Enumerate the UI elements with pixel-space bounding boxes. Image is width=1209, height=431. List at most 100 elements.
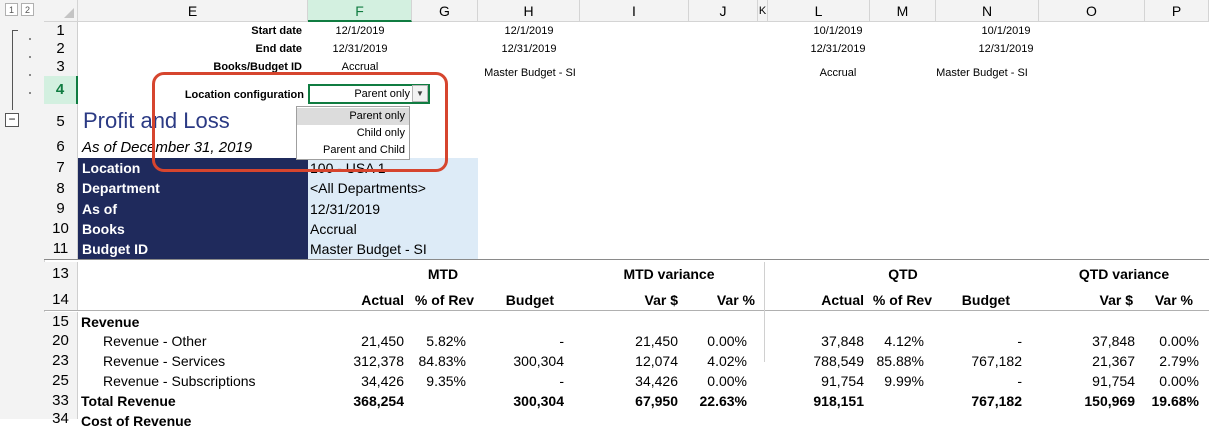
line-value[interactable]: 12,074: [580, 352, 678, 371]
line-value[interactable]: -: [936, 372, 1022, 391]
col-budget-mtd: Budget: [505, 292, 554, 308]
line-value[interactable]: 0.00%: [689, 372, 747, 391]
outline-dot: [29, 56, 31, 58]
line-value[interactable]: 91,754: [1039, 372, 1135, 391]
line-value[interactable]: 4.02%: [689, 352, 747, 371]
line-value[interactable]: 85.88%: [862, 352, 924, 371]
row-header[interactable]: 15: [44, 312, 78, 331]
row-header[interactable]: 7: [44, 158, 78, 178]
outline-collapse-button[interactable]: −: [5, 113, 19, 127]
column-header-H[interactable]: H: [478, 0, 580, 22]
budget-id-mtd[interactable]: Master Budget - SI: [460, 66, 600, 81]
line-value[interactable]: -: [936, 332, 1022, 351]
line-value[interactable]: 767,182: [936, 392, 1022, 411]
line-value[interactable]: 4.12%: [862, 332, 924, 351]
row-header[interactable]: 14: [44, 286, 78, 310]
line-value[interactable]: 2.79%: [1145, 352, 1199, 371]
line-value[interactable]: 37,848: [1039, 332, 1135, 351]
line-value[interactable]: -: [478, 372, 564, 391]
end-date-qtd-budget[interactable]: 12/31/2019: [936, 42, 1076, 57]
line-value[interactable]: 368,254: [308, 392, 404, 411]
col-budget-qtd: Budget: [961, 292, 1010, 308]
filter-value-as-of[interactable]: 12/31/2019: [308, 199, 478, 219]
line-value[interactable]: 788,549: [768, 352, 864, 371]
start-date-qtd[interactable]: 10/1/2019: [768, 24, 908, 39]
end-date-qtd[interactable]: 12/31/2019: [768, 42, 908, 57]
line-value[interactable]: 34,426: [580, 372, 678, 391]
start-date-mtd-budget[interactable]: 12/1/2019: [478, 24, 580, 39]
header-mtd: MTD: [427, 266, 459, 282]
line-value[interactable]: 84.83%: [404, 352, 466, 371]
row-header[interactable]: 13: [44, 262, 78, 286]
row-header[interactable]: 1: [44, 22, 78, 40]
filter-value-books[interactable]: Accrual: [308, 219, 478, 239]
line-label: Total Revenue: [81, 393, 176, 409]
column-header-K[interactable]: K: [758, 0, 768, 22]
column-header-N[interactable]: N: [936, 0, 1039, 22]
line-value[interactable]: 19.68%: [1145, 392, 1199, 411]
line-label: Cost of Revenue: [81, 413, 192, 429]
outline-level-2-button[interactable]: 2: [21, 3, 34, 16]
line-value[interactable]: 21,367: [1039, 352, 1135, 371]
line-label: Revenue - Subscriptions: [103, 373, 256, 389]
line-value[interactable]: 21,450: [580, 332, 678, 351]
column-header-O[interactable]: O: [1039, 0, 1145, 22]
line-value[interactable]: 312,378: [308, 352, 404, 371]
row-header[interactable]: 34: [44, 411, 78, 427]
row-header[interactable]: 11: [44, 239, 78, 259]
line-value[interactable]: 767,182: [936, 352, 1022, 371]
line-value[interactable]: 37,848: [768, 332, 864, 351]
line-value[interactable]: 9.99%: [862, 372, 924, 391]
line-value[interactable]: 300,304: [478, 392, 564, 411]
line-value[interactable]: 34,426: [308, 372, 404, 391]
row-header[interactable]: 3: [44, 58, 78, 76]
line-value[interactable]: 22.63%: [689, 392, 747, 411]
column-header-I[interactable]: I: [580, 0, 689, 22]
books-qtd[interactable]: Accrual: [768, 66, 908, 81]
line-value[interactable]: 91,754: [768, 372, 864, 391]
line-value[interactable]: 5.82%: [404, 332, 466, 351]
column-header-E[interactable]: E: [78, 0, 308, 22]
filter-value-budget-id[interactable]: Master Budget - SI: [308, 239, 478, 259]
row-header[interactable]: 6: [44, 136, 78, 158]
col-actual-qtd: Actual: [821, 292, 864, 308]
column-header-G[interactable]: G: [412, 0, 478, 22]
header-mtd-variance: MTD variance: [623, 266, 715, 282]
line-value[interactable]: 300,304: [478, 352, 564, 371]
row-header[interactable]: 10: [44, 219, 78, 239]
select-all-corner[interactable]: [44, 0, 78, 22]
row-header[interactable]: 2: [44, 40, 78, 58]
row-header[interactable]: 20: [44, 331, 78, 351]
line-value[interactable]: -: [478, 332, 564, 351]
filter-label-budget-id: Budget ID: [78, 239, 308, 259]
end-date-mtd[interactable]: 12/31/2019: [308, 42, 412, 57]
line-value[interactable]: 0.00%: [689, 332, 747, 351]
line-value[interactable]: 67,950: [580, 392, 678, 411]
filter-value-department[interactable]: <All Departments>: [308, 178, 478, 199]
end-date-mtd-budget[interactable]: 12/31/2019: [478, 42, 580, 57]
row-header[interactable]: 5: [44, 104, 78, 136]
row-header[interactable]: 8: [44, 178, 78, 199]
outline-dot: [29, 38, 31, 40]
filter-label-department: Department: [78, 178, 308, 199]
start-date-qtd-budget[interactable]: 10/1/2019: [936, 24, 1076, 39]
line-value[interactable]: 0.00%: [1145, 372, 1199, 391]
line-value[interactable]: 9.35%: [404, 372, 466, 391]
column-header-L[interactable]: L: [768, 0, 870, 22]
line-value[interactable]: 150,969: [1039, 392, 1135, 411]
column-header-F[interactable]: F: [308, 0, 412, 22]
column-header-J[interactable]: J: [689, 0, 758, 22]
column-header-M[interactable]: M: [870, 0, 936, 22]
line-value[interactable]: 0.00%: [1145, 332, 1199, 351]
line-value[interactable]: 918,151: [768, 392, 864, 411]
row-header[interactable]: 25: [44, 371, 78, 391]
budget-id-qtd[interactable]: Master Budget - SI: [912, 66, 1052, 81]
row-header-selected[interactable]: 4: [44, 76, 78, 104]
start-date-mtd[interactable]: 12/1/2019: [308, 24, 412, 39]
line-value[interactable]: 21,450: [308, 332, 404, 351]
outline-level-1-button[interactable]: 1: [5, 3, 18, 16]
row-header[interactable]: 9: [44, 199, 78, 219]
row-header[interactable]: 23: [44, 351, 78, 371]
row-header[interactable]: 33: [44, 391, 78, 411]
column-header-P[interactable]: P: [1145, 0, 1209, 22]
